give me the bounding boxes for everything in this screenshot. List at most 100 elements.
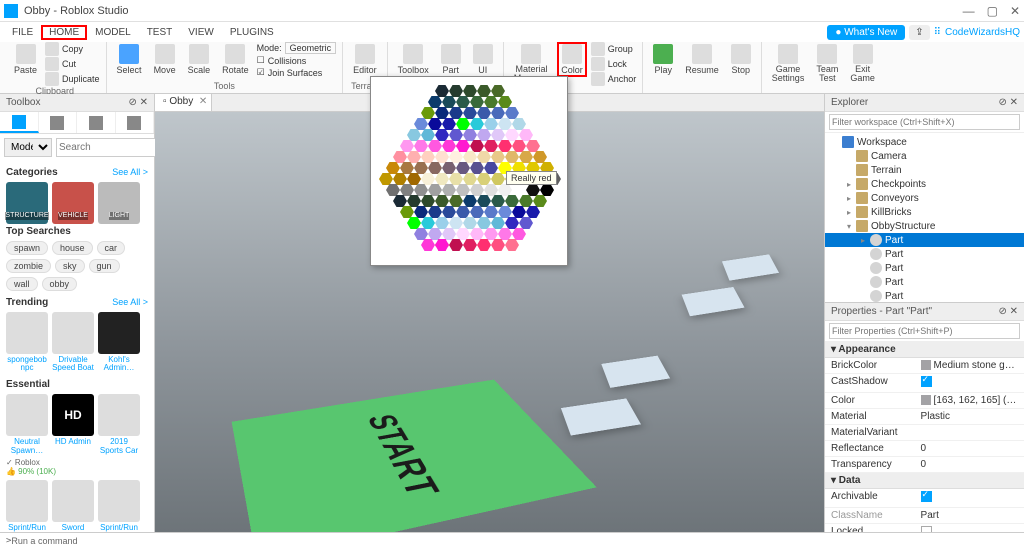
terrain-editor[interactable]: Editor xyxy=(349,42,381,77)
explorer-tree[interactable]: Workspace Camera Terrain▸Checkpoints▸Con… xyxy=(825,133,1024,302)
color-swatch[interactable] xyxy=(540,184,554,196)
color-swatch[interactable] xyxy=(435,173,449,185)
search-tag[interactable]: car xyxy=(97,241,126,255)
lock-button[interactable]: Lock xyxy=(591,57,637,71)
color-swatch[interactable] xyxy=(512,184,526,196)
color-swatch[interactable] xyxy=(428,96,442,108)
rotate-tool[interactable]: Rotate xyxy=(218,42,253,77)
color-swatch[interactable] xyxy=(512,228,526,240)
color-swatch[interactable] xyxy=(519,129,533,141)
color-swatch[interactable] xyxy=(491,173,505,185)
property-row[interactable]: BrickColorMedium stone grey xyxy=(825,358,1024,374)
color-swatch[interactable] xyxy=(484,206,498,218)
asset-card[interactable]: Neutral Spawn… xyxy=(6,394,48,456)
color-swatch[interactable] xyxy=(414,118,428,130)
categories-seeall[interactable]: See All > xyxy=(112,167,148,178)
color-swatch[interactable] xyxy=(463,173,477,185)
color-swatch[interactable] xyxy=(435,129,449,141)
collisions-toggle[interactable]: ☐ Collisions xyxy=(257,55,337,66)
color-swatch[interactable] xyxy=(484,184,498,196)
duplicate-button[interactable]: Duplicate xyxy=(45,72,100,86)
color-swatch[interactable] xyxy=(463,107,477,119)
share-button[interactable]: ⇪ xyxy=(909,25,929,40)
menu-test[interactable]: TEST xyxy=(139,25,181,40)
toolbox-tab-creations[interactable] xyxy=(116,112,155,133)
color-swatch[interactable] xyxy=(491,129,505,141)
color-swatch[interactable] xyxy=(449,173,463,185)
color-swatch[interactable] xyxy=(442,206,456,218)
color-swatch[interactable] xyxy=(421,239,435,251)
color-swatch[interactable] xyxy=(393,151,407,163)
property-row[interactable]: Transparency0 xyxy=(825,457,1024,473)
color-swatch[interactable] xyxy=(421,151,435,163)
color-swatch[interactable] xyxy=(477,173,491,185)
color-swatch[interactable] xyxy=(456,140,470,152)
color-swatch[interactable] xyxy=(421,173,435,185)
color-swatch[interactable] xyxy=(484,118,498,130)
menu-model[interactable]: MODEL xyxy=(87,25,139,40)
property-row[interactable]: MaterialVariant xyxy=(825,425,1024,441)
color-swatch[interactable] xyxy=(414,140,428,152)
menu-plugins[interactable]: PLUGINS xyxy=(222,25,282,40)
color-swatch[interactable] xyxy=(442,118,456,130)
color-swatch[interactable] xyxy=(512,118,526,130)
color-swatch[interactable] xyxy=(407,173,421,185)
username-label[interactable]: CodeWizardsHQ xyxy=(945,27,1020,38)
color-swatch[interactable] xyxy=(414,184,428,196)
anchor-button[interactable]: Anchor xyxy=(591,72,637,86)
cut-button[interactable]: Cut xyxy=(45,57,100,71)
color-swatch[interactable] xyxy=(449,195,463,207)
color-swatch[interactable] xyxy=(428,162,442,174)
color-swatch[interactable] xyxy=(463,85,477,97)
color-swatch[interactable] xyxy=(421,195,435,207)
color-swatch[interactable] xyxy=(477,151,491,163)
color-swatch[interactable] xyxy=(463,239,477,251)
color-swatch[interactable] xyxy=(498,184,512,196)
color-swatch[interactable] xyxy=(477,217,491,229)
color-swatch[interactable] xyxy=(449,129,463,141)
color-picker-popup[interactable]: Really red xyxy=(370,76,568,266)
whats-new-button[interactable]: ● What's New xyxy=(827,25,905,40)
category-card[interactable]: LIGHT xyxy=(98,182,140,220)
color-swatch[interactable] xyxy=(498,140,512,152)
toolbox-tab-inventory[interactable] xyxy=(39,112,78,133)
property-row[interactable]: Locked xyxy=(825,524,1024,532)
property-group[interactable]: ▾ Data xyxy=(825,473,1024,489)
color-swatch[interactable] xyxy=(400,206,414,218)
tree-item[interactable]: ▸KillBricks xyxy=(825,205,1024,219)
obby-part[interactable] xyxy=(601,356,670,388)
color-swatch[interactable] xyxy=(484,96,498,108)
color-swatch[interactable] xyxy=(428,228,442,240)
color-swatch[interactable] xyxy=(470,96,484,108)
color-swatch[interactable] xyxy=(491,217,505,229)
copy-button[interactable]: Copy xyxy=(45,42,100,56)
color-swatch[interactable] xyxy=(449,107,463,119)
color-swatch[interactable] xyxy=(449,239,463,251)
color-swatch[interactable] xyxy=(435,217,449,229)
search-tag[interactable]: obby xyxy=(42,277,78,291)
color-swatch[interactable] xyxy=(505,107,519,119)
color-swatch[interactable] xyxy=(505,239,519,251)
color-swatch[interactable] xyxy=(428,118,442,130)
asset-card[interactable]: 2019 Sports Car // Rosh xyxy=(98,394,140,456)
color-swatch[interactable] xyxy=(484,228,498,240)
tree-item[interactable]: ▾ObbyStructure xyxy=(825,219,1024,233)
category-card[interactable]: STRUCTURE xyxy=(6,182,48,220)
ui-button[interactable]: UI xyxy=(469,42,497,77)
menu-view[interactable]: VIEW xyxy=(180,25,222,40)
part-button[interactable]: Part xyxy=(437,42,465,77)
properties-close[interactable]: ⊘ ✕ xyxy=(998,306,1018,317)
color-swatch[interactable] xyxy=(407,195,421,207)
color-swatch[interactable] xyxy=(421,107,435,119)
asset-card[interactable]: Sprint/Run Button… xyxy=(6,480,48,532)
color-swatch[interactable] xyxy=(442,162,456,174)
color-swatch[interactable] xyxy=(435,85,449,97)
search-tag[interactable]: sky xyxy=(55,259,85,273)
tree-item[interactable]: Workspace xyxy=(825,135,1024,149)
color-swatch[interactable] xyxy=(477,195,491,207)
explorer-close[interactable]: ⊘ ✕ xyxy=(998,97,1018,108)
color-swatch[interactable] xyxy=(463,195,477,207)
color-swatch[interactable] xyxy=(435,239,449,251)
status-bar[interactable]: > Run a command xyxy=(0,532,1024,548)
obby-part[interactable] xyxy=(722,254,779,280)
